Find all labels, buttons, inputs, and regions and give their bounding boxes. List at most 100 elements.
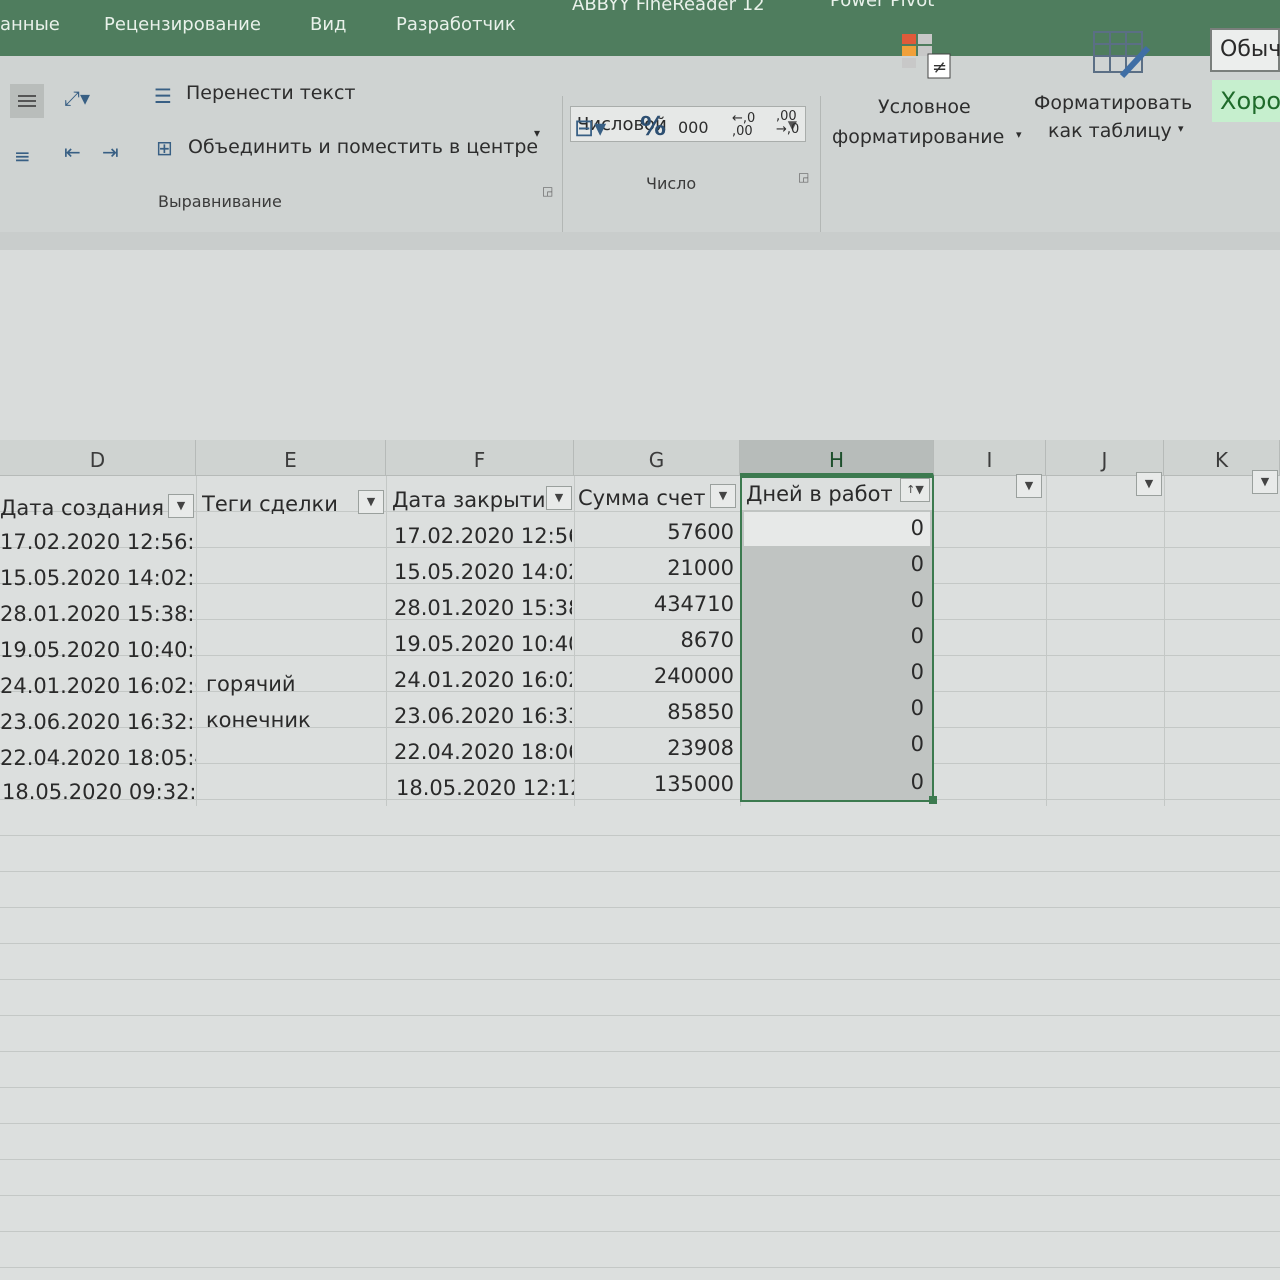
filter-dropdown-d[interactable]: ▼ bbox=[168, 494, 194, 518]
cell-closed[interactable]: 17.02.2020 12:56 bbox=[394, 518, 572, 554]
column-header-i[interactable]: I bbox=[934, 440, 1046, 476]
cell-sum[interactable]: 85850 bbox=[574, 694, 740, 730]
grid-line bbox=[1046, 476, 1047, 806]
cell-closed[interactable]: 28.01.2020 15:38 bbox=[394, 590, 572, 626]
merge-center-icon: ⊞ bbox=[156, 136, 173, 160]
cell-tags[interactable] bbox=[206, 774, 384, 810]
cell-tags[interactable] bbox=[206, 558, 384, 594]
cell-tags[interactable] bbox=[206, 630, 384, 666]
cell-tags[interactable]: горячий bbox=[206, 666, 384, 702]
filter-dropdown-j[interactable]: ▼ bbox=[1136, 472, 1162, 496]
cell-created[interactable]: 24.01.2020 16:02:03 bbox=[0, 668, 196, 704]
svg-text:≠: ≠ bbox=[932, 57, 947, 78]
conditional-format-label-2[interactable]: форматирование bbox=[832, 126, 1004, 148]
cell-created[interactable]: 22.04.2020 18:05:43 bbox=[0, 740, 196, 776]
align-justify-icon[interactable]: ≡ bbox=[14, 144, 31, 168]
column-header-d[interactable]: D bbox=[0, 440, 196, 476]
currency-format-button[interactable]: ⊟▾ bbox=[574, 114, 606, 142]
style-good[interactable]: Хоро bbox=[1212, 80, 1280, 122]
format-as-table-icon bbox=[1092, 26, 1152, 87]
cell-created[interactable]: 28.01.2020 15:38:17 bbox=[0, 596, 196, 632]
thousands-separator-button[interactable]: 000 bbox=[678, 118, 709, 137]
cell-sum[interactable]: 57600 bbox=[574, 514, 740, 550]
cell-sum[interactable]: 23908 bbox=[574, 730, 740, 766]
cell-tags[interactable] bbox=[206, 522, 384, 558]
merge-center-button[interactable]: Объединить и поместить в центре bbox=[188, 136, 538, 158]
tab-review[interactable]: Рецензирование bbox=[104, 14, 261, 35]
wrap-text-icon: ☰ bbox=[154, 84, 172, 108]
cell-created[interactable]: 15.05.2020 14:02:27 bbox=[0, 560, 196, 596]
cell-sum[interactable]: 240000 bbox=[574, 658, 740, 694]
tab-abbyy[interactable]: ABBYY FineReader 12 bbox=[572, 0, 765, 15]
cell-closed[interactable]: 15.05.2020 14:02 bbox=[394, 554, 572, 590]
cell-tags[interactable] bbox=[206, 594, 384, 630]
cell-created[interactable]: 23.06.2020 16:32:59 bbox=[0, 704, 196, 740]
format-as-table-label-1[interactable]: Форматировать bbox=[1034, 92, 1192, 114]
number-group-label: Число bbox=[646, 174, 697, 193]
increase-decimal-button[interactable]: ←,0 ,00 bbox=[732, 112, 755, 138]
tab-developer[interactable]: Разработчик bbox=[396, 14, 516, 35]
format-as-table-label-2[interactable]: как таблицу bbox=[1048, 120, 1172, 142]
cell-created[interactable]: 17.02.2020 12:56:29 bbox=[0, 524, 196, 560]
merge-dropdown-icon[interactable]: ▾ bbox=[534, 126, 540, 140]
dropdown-arrow-icon: ▼ bbox=[718, 489, 728, 502]
alignment-group-label: Выравнивание bbox=[158, 192, 282, 211]
fill-handle[interactable] bbox=[929, 796, 937, 804]
cell-tags[interactable] bbox=[206, 738, 384, 774]
style-normal[interactable]: Обыч bbox=[1210, 28, 1280, 72]
ribbon-tab-bar: анные Рецензирование Вид Разработчик ABB… bbox=[0, 0, 1280, 56]
tab-power-pivot[interactable]: Power Pivot bbox=[830, 0, 934, 11]
filter-dropdown-k[interactable]: ▼ bbox=[1252, 470, 1278, 494]
grid-line bbox=[1164, 476, 1165, 806]
column-header-e[interactable]: E bbox=[196, 440, 386, 476]
currency-icon: ⊟▾ bbox=[574, 114, 607, 142]
tab-data[interactable]: анные bbox=[0, 14, 60, 35]
format-table-dropdown-icon[interactable]: ▾ bbox=[1178, 122, 1184, 135]
cell-closed[interactable]: 23.06.2020 16:33 bbox=[394, 698, 572, 734]
header-close-date: Дата закрыти bbox=[392, 488, 546, 512]
alignment-launcher-icon[interactable]: ◲ bbox=[542, 184, 553, 198]
orientation-button[interactable]: ⤢▾ bbox=[64, 86, 90, 110]
header-created-date: Дата создания bbox=[0, 496, 165, 520]
cell-closed[interactable]: 22.04.2020 18:06 bbox=[394, 734, 572, 770]
cell-sum[interactable]: 434710 bbox=[574, 586, 740, 622]
conditional-format-graphic: ≠ bbox=[902, 34, 951, 79]
filter-dropdown-i[interactable]: ▼ bbox=[1016, 474, 1042, 498]
column-header-f[interactable]: F bbox=[386, 440, 574, 476]
grid-line bbox=[196, 476, 197, 806]
cell-closed[interactable]: 18.05.2020 12:12 bbox=[396, 770, 574, 806]
cell-sum[interactable]: 8670 bbox=[574, 622, 740, 658]
align-middle-button[interactable] bbox=[10, 84, 44, 118]
header-deal-tags: Теги сделки bbox=[202, 492, 338, 516]
number-launcher-icon[interactable]: ◲ bbox=[798, 170, 809, 184]
dropdown-arrow-icon: ▼ bbox=[1144, 477, 1154, 490]
align-middle-icon bbox=[18, 95, 36, 107]
dropdown-arrow-icon: ▼ bbox=[1260, 475, 1270, 488]
column-header-j[interactable]: J bbox=[1046, 440, 1164, 476]
cell-created[interactable]: 19.05.2020 10:40:08 bbox=[0, 632, 196, 668]
filter-dropdown-e[interactable]: ▼ bbox=[358, 490, 384, 514]
decrease-decimal-button[interactable]: ,00 →,0 bbox=[776, 110, 799, 136]
column-header-h[interactable]: H bbox=[740, 440, 934, 476]
conditional-dropdown-icon[interactable]: ▾ bbox=[1016, 128, 1022, 141]
column-header-g[interactable]: G bbox=[574, 440, 740, 476]
filter-dropdown-g[interactable]: ▼ bbox=[710, 484, 736, 508]
conditional-format-label-1[interactable]: Условное bbox=[878, 96, 971, 118]
cell-tags[interactable]: конечник bbox=[206, 702, 384, 738]
group-divider bbox=[562, 96, 563, 246]
wrap-text-button[interactable]: Перенести текст bbox=[186, 82, 356, 104]
ribbon: ⤢▾ ☰ Перенести текст ≡ ⇤ ⇥ ⊞ Объединить … bbox=[0, 28, 1280, 246]
cell-closed[interactable]: 24.01.2020 16:02 bbox=[394, 662, 572, 698]
tab-view[interactable]: Вид bbox=[310, 14, 347, 35]
increase-indent-icon[interactable]: ⇥ bbox=[102, 140, 119, 164]
percent-button[interactable]: % bbox=[640, 112, 666, 142]
cell-closed[interactable]: 19.05.2020 10:40 bbox=[394, 626, 572, 662]
cell-sum[interactable]: 135000 bbox=[574, 766, 740, 802]
decrease-indent-icon[interactable]: ⇤ bbox=[64, 140, 81, 164]
text-orientation-icon: ⤢▾ bbox=[64, 86, 91, 110]
cell-sum[interactable]: 21000 bbox=[574, 550, 740, 586]
cell-created[interactable]: 18.05.2020 09:32:12 bbox=[2, 774, 198, 810]
filter-dropdown-f[interactable]: ▼ bbox=[546, 486, 572, 510]
selection-border bbox=[740, 476, 934, 802]
dropdown-arrow-icon: ▼ bbox=[554, 491, 564, 504]
